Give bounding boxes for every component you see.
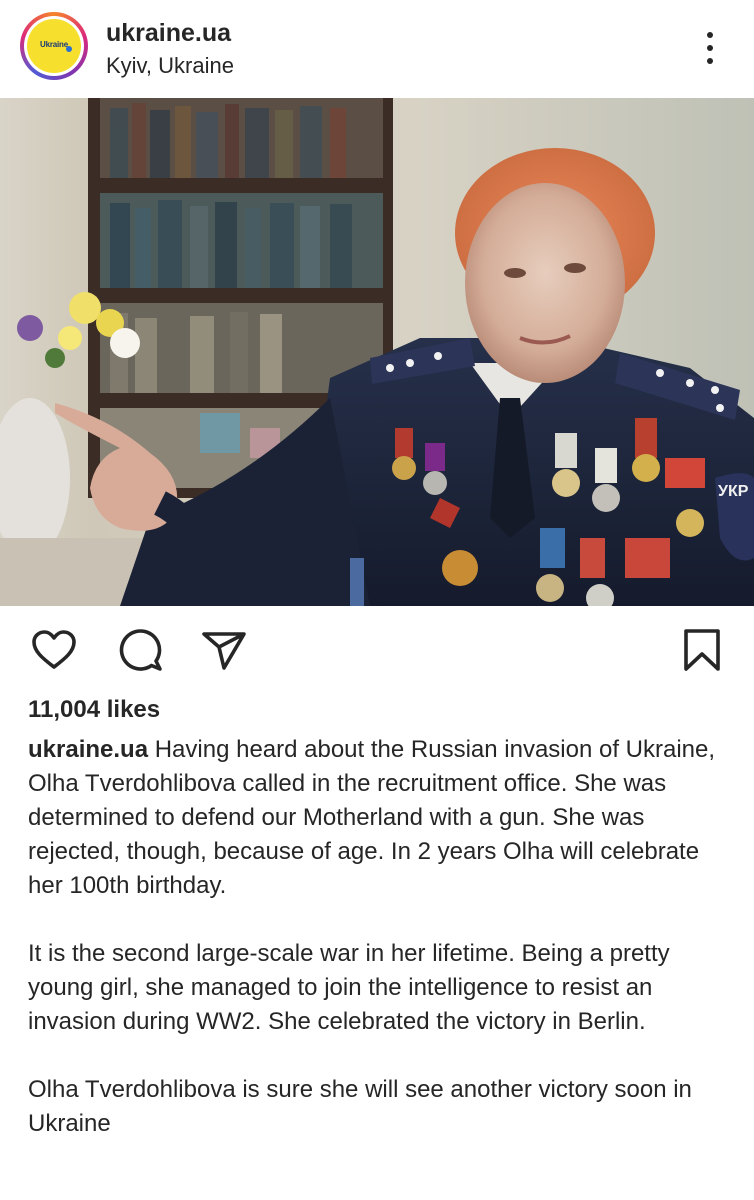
likes-count[interactable]: 11,004 likes (28, 696, 160, 724)
comment-icon[interactable] (116, 626, 164, 674)
caption-paragraph-3: Olha Tverdohlibova is sure she will see … (28, 1073, 728, 1141)
avatar[interactable]: Ukraine (20, 12, 88, 80)
post-location[interactable]: Kyiv, Ukraine (106, 53, 234, 79)
bookmark-icon[interactable] (678, 626, 726, 674)
caption-username[interactable]: ukraine.ua (28, 736, 148, 763)
caption-paragraph-1: ukraine.ua Having heard about the Russia… (28, 733, 728, 903)
more-options-icon[interactable] (690, 28, 730, 68)
caption-paragraph-2: It is the second large-scale war in her … (28, 940, 670, 1035)
svg-text:УКР: УКР (718, 483, 749, 500)
ukraine-flag-emoji (117, 1112, 149, 1134)
caption: ukraine.ua Having heard about the Russia… (28, 733, 728, 1141)
send-icon[interactable] (200, 626, 248, 674)
post-actions (0, 606, 754, 692)
post-username[interactable]: ukraine.ua (106, 19, 231, 48)
post-photo[interactable]: УКР (0, 98, 754, 606)
post-header: Ukraine ukraine.ua Kyiv, Ukraine (0, 0, 754, 98)
heart-icon[interactable] (30, 626, 78, 674)
ukraine-ua-logo: Ukraine (27, 19, 81, 73)
